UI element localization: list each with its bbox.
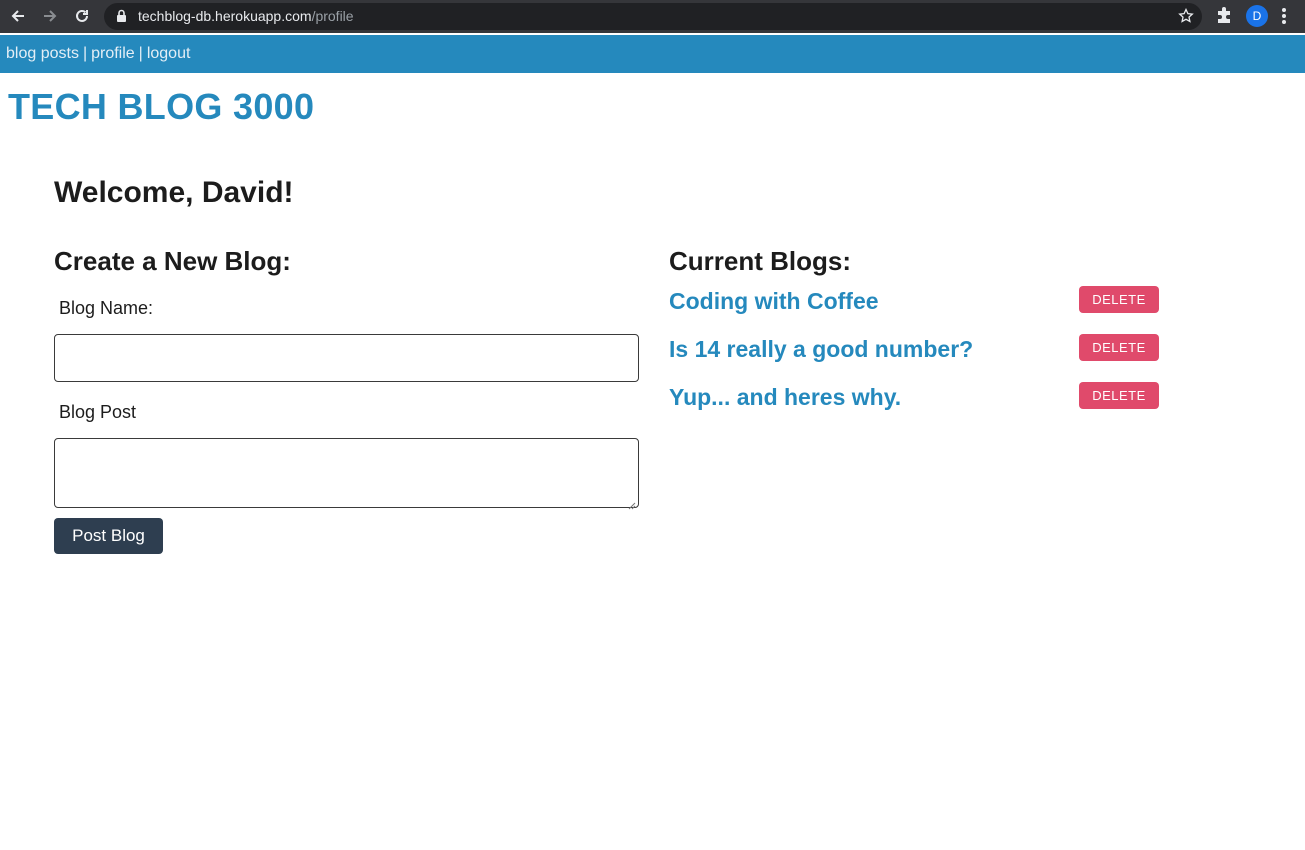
nav-separator: | <box>138 45 143 62</box>
blog-name-label: Blog Name: <box>59 298 154 318</box>
nav-profile-link[interactable]: profile <box>91 45 135 62</box>
back-arrow-icon[interactable] <box>5 4 31 28</box>
blog-name-input[interactable] <box>54 334 639 382</box>
delete-blog-button[interactable]: DELETE <box>1079 334 1159 361</box>
puzzle-icon[interactable] <box>1214 5 1234 30</box>
address-bar[interactable]: techblog-db.herokuapp.com/profile <box>104 3 1202 30</box>
kebab-menu-icon[interactable] <box>1281 6 1287 31</box>
forward-arrow-icon[interactable] <box>37 4 63 28</box>
profile-avatar[interactable]: D <box>1246 5 1268 27</box>
blog-post-textarea[interactable] <box>54 438 639 510</box>
blog-title-link[interactable]: Yup... and heres why. <box>669 384 901 411</box>
reload-icon[interactable] <box>69 4 95 28</box>
site-title: TECH BLOG 3000 <box>8 86 315 127</box>
url-text: techblog-db.herokuapp.com/profile <box>138 8 354 24</box>
browser-toolbar: techblog-db.herokuapp.com/profile D <box>0 0 1305 33</box>
url-host: techblog-db.herokuapp.com <box>138 8 312 24</box>
star-icon[interactable] <box>1178 7 1194 29</box>
delete-blog-button[interactable]: DELETE <box>1079 382 1159 409</box>
url-path: /profile <box>311 8 354 24</box>
nav-separator: | <box>82 45 88 62</box>
post-blog-button[interactable]: Post Blog <box>54 518 163 554</box>
blog-post-label: Blog Post <box>59 402 137 422</box>
delete-blog-button[interactable]: DELETE <box>1079 286 1159 313</box>
current-blogs-heading: Current Blogs: <box>669 246 851 276</box>
blog-title-link[interactable]: Is 14 really a good number? <box>669 336 973 363</box>
nav-logout-link[interactable]: logout <box>147 45 191 62</box>
lock-icon <box>116 9 127 28</box>
create-blog-heading: Create a New Blog: <box>54 246 291 276</box>
site-navbar: blog posts | profile | logout <box>0 35 1305 73</box>
resize-grip-icon[interactable] <box>628 497 636 510</box>
nav-links: blog posts | profile | logout <box>6 45 190 63</box>
blog-title-link[interactable]: Coding with Coffee <box>669 288 879 315</box>
welcome-heading: Welcome, David! <box>54 176 294 209</box>
nav-blog-posts-link[interactable]: blog posts <box>6 45 79 62</box>
